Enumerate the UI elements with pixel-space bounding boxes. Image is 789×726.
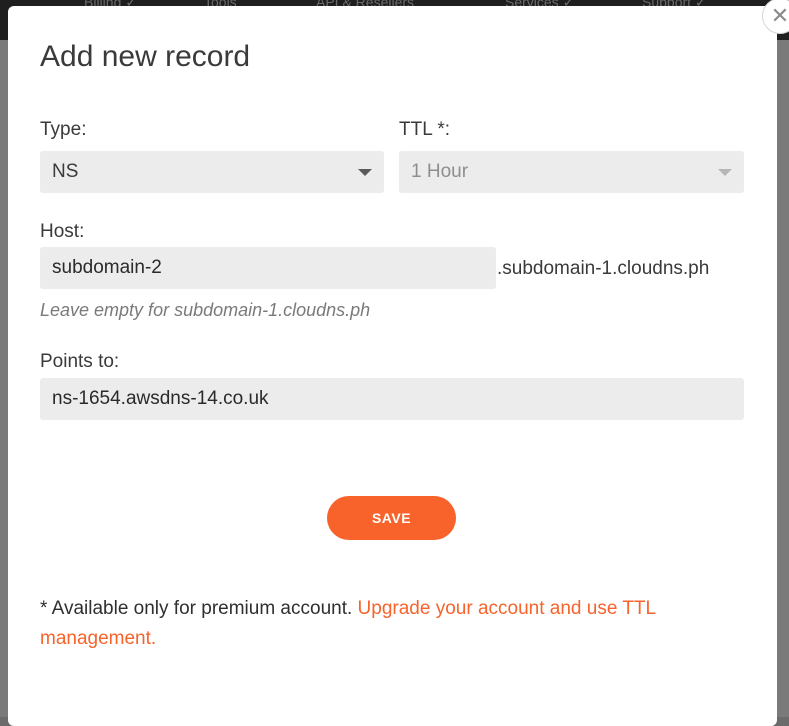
type-select-value: NS — [52, 161, 79, 182]
premium-footnote: * Available only for premium account. Up… — [40, 594, 740, 654]
dialog-title: Add new record — [40, 40, 251, 73]
ttl-label: TTL *: — [399, 119, 451, 140]
points-to-label: Points to: — [40, 351, 120, 372]
footnote-text: * Available only for premium account. — [40, 598, 358, 619]
close-icon: ✕ — [770, 3, 789, 28]
ttl-select[interactable]: 1 Hour — [399, 151, 744, 193]
type-label: Type: — [40, 119, 87, 140]
caret-down-icon — [358, 169, 372, 176]
add-record-dialog: ✕ Add new record Type: NS TTL *: 1 Hour … — [8, 0, 789, 726]
save-button[interactable]: SAVE — [327, 496, 456, 540]
caret-down-icon — [718, 169, 732, 176]
host-input[interactable]: subdomain-2 — [40, 247, 496, 289]
points-to-input-value: ns-1654.awsdns-14.co.uk — [52, 388, 269, 409]
host-hint: Leave empty for subdomain-1.cloudns.ph — [40, 300, 371, 320]
points-to-input[interactable]: ns-1654.awsdns-14.co.uk — [40, 378, 744, 420]
ttl-select-value: 1 Hour — [411, 161, 469, 182]
type-select[interactable]: NS — [40, 151, 384, 193]
host-suffix: .subdomain-1.cloudns.ph — [497, 258, 710, 279]
host-input-value: subdomain-2 — [52, 257, 162, 278]
host-label: Host: — [40, 221, 85, 242]
close-button[interactable]: ✕ — [762, 0, 789, 34]
